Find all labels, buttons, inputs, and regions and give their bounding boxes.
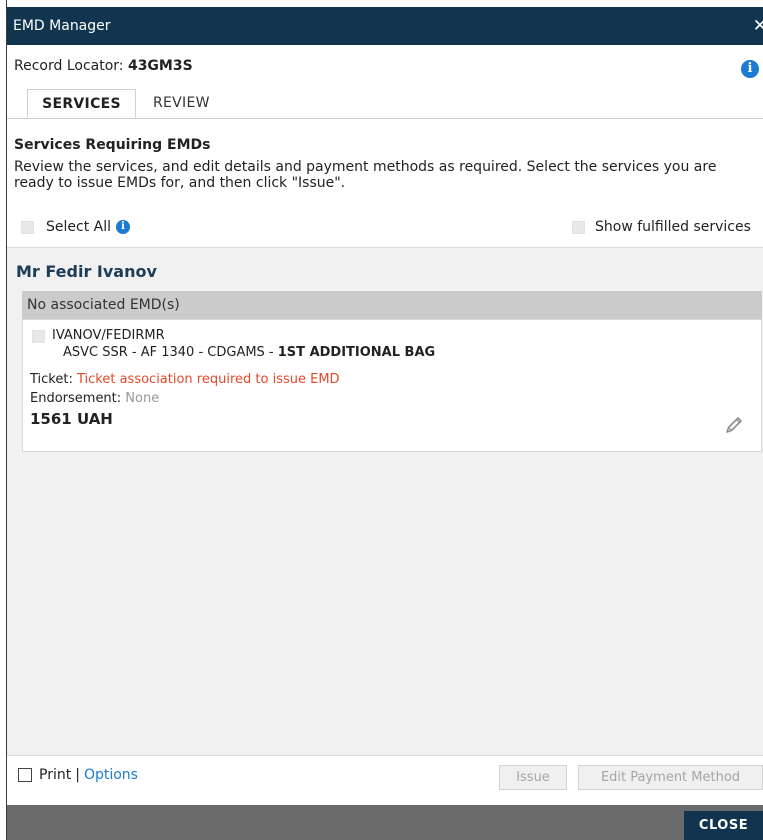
close-button[interactable]: CLOSE [684, 811, 763, 840]
show-fulfilled[interactable]: Show fulfilled services [572, 219, 751, 235]
separator: | [75, 767, 80, 783]
service-detail: ASVC SSR - AF 1340 - CDGAMS - 1ST ADDITI… [63, 345, 435, 360]
endorsement-value: None [125, 391, 160, 406]
tab-services[interactable]: SERVICES [27, 89, 136, 118]
tab-review[interactable]: REVIEW [141, 89, 222, 118]
show-fulfilled-label: Show fulfilled services [595, 219, 751, 235]
title-bar: EMD Manager ✕ [7, 7, 763, 45]
service-detail-text: ASVC SSR - AF 1340 - CDGAMS - [63, 345, 278, 360]
print-label: Print [39, 767, 72, 783]
emd-status-text: No associated EMD(s) [27, 297, 180, 313]
service-checkbox[interactable] [32, 330, 45, 343]
ticket-label: Ticket: [30, 372, 77, 387]
endorsement-line: Endorsement: None [30, 391, 159, 406]
action-bar: Print | Options Issue Edit Payment Metho… [7, 755, 763, 806]
print-control: Print | Options [18, 767, 138, 783]
record-locator: Record Locator: 43GM3S [14, 58, 193, 74]
ticket-warning: Ticket association required to issue EMD [76, 372, 340, 387]
section-description: Review the services, and edit details an… [14, 159, 717, 191]
close-icon[interactable]: ✕ [753, 16, 763, 36]
services-panel: Mr Fedir Ivanov No associated EMD(s) IVA… [7, 247, 763, 755]
service-amount: 1561 UAH [30, 410, 113, 428]
endorsement-label: Endorsement: [30, 391, 126, 406]
record-locator-value: 43GM3S [127, 58, 193, 74]
pencil-icon[interactable] [723, 414, 745, 436]
issue-button[interactable]: Issue [499, 765, 567, 790]
record-locator-label: Record Locator: [14, 58, 128, 74]
options-link[interactable]: Options [84, 767, 138, 783]
window-title: EMD Manager [13, 18, 111, 34]
info-icon[interactable]: i [116, 220, 130, 234]
passenger-code: IVANOV/FEDIRMR [52, 328, 165, 343]
info-icon[interactable]: i [741, 60, 759, 78]
ticket-line: Ticket: Ticket association required to i… [30, 372, 340, 387]
section-heading: Services Requiring EMDs [14, 137, 211, 153]
edit-payment-method-button[interactable]: Edit Payment Method [578, 765, 763, 790]
select-all[interactable]: Select All i [21, 219, 130, 235]
passenger-name: Mr Fedir Ivanov [16, 262, 157, 281]
service-description: 1ST ADDITIONAL BAG [277, 345, 436, 360]
tab-bar: SERVICES REVIEW [7, 89, 763, 119]
footer-bar: CLOSE [7, 805, 763, 840]
print-checkbox[interactable] [18, 768, 32, 782]
emd-status-bar: No associated EMD(s) [22, 291, 762, 319]
service-card: IVANOV/FEDIRMR ASVC SSR - AF 1340 - CDGA… [22, 319, 762, 452]
select-all-checkbox[interactable] [21, 220, 34, 234]
emd-manager-window: EMD Manager ✕ Record Locator: 43GM3S i S… [7, 7, 763, 840]
select-all-label: Select All [46, 219, 111, 235]
show-fulfilled-checkbox[interactable] [572, 220, 585, 234]
